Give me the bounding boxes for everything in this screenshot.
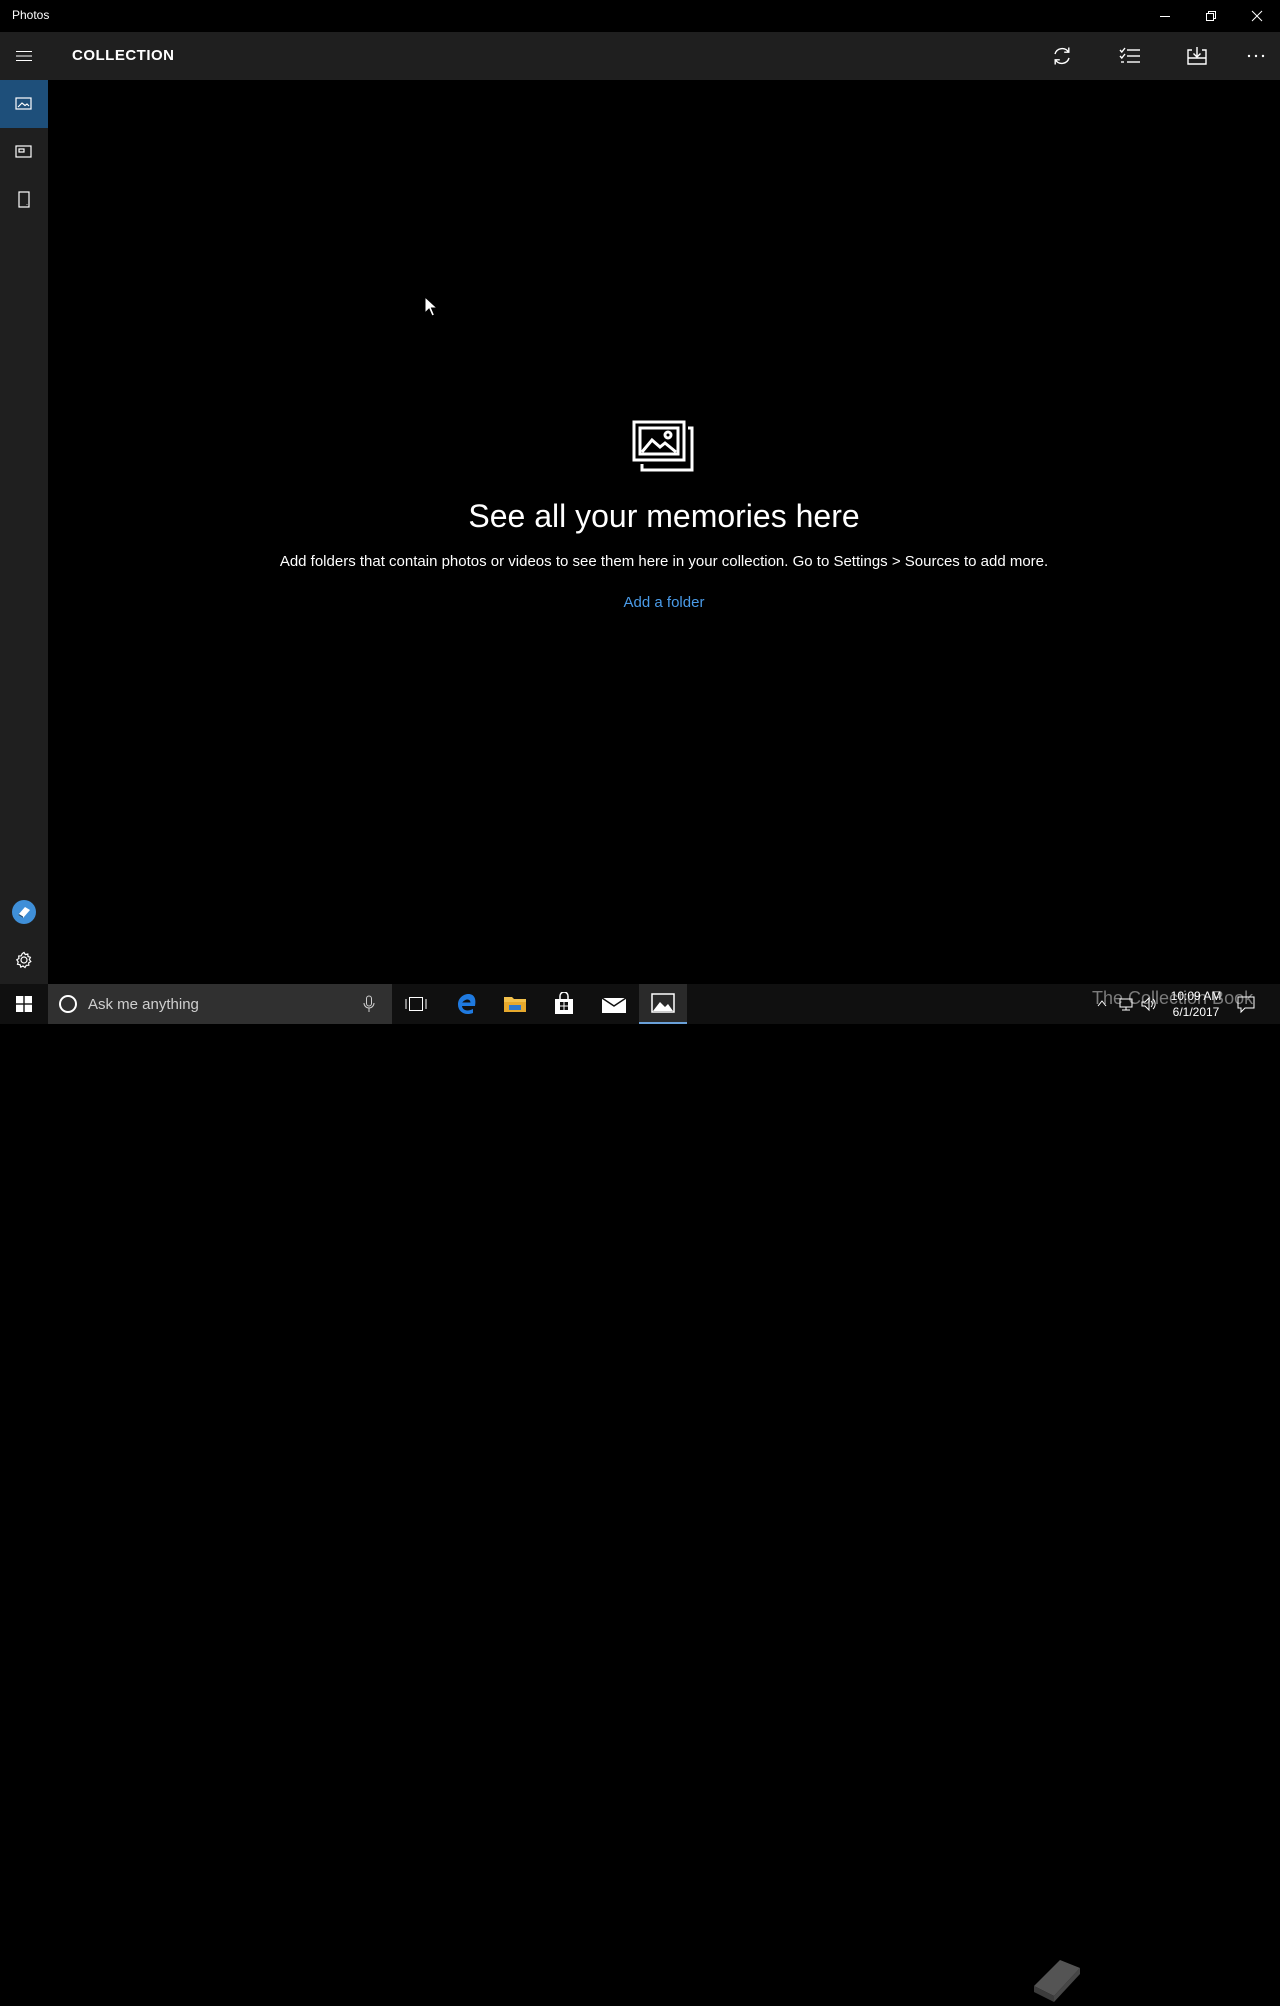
watermark-book-icon [1034,1960,1080,2002]
taskbar: The Collection Book 10:09 AM 6/1/2017 [0,984,1280,2002]
folders-icon [18,191,30,208]
minimize-button[interactable] [1142,0,1188,32]
nav-folders[interactable] [0,176,48,224]
search-input[interactable] [88,994,358,1014]
collection-icon [15,97,32,110]
empty-state-heading: See all your memories here [468,498,860,534]
more-ellipsis-icon [1247,54,1265,58]
show-hidden-icons-chevron-icon[interactable] [1096,996,1108,1012]
microphone-icon[interactable] [362,994,376,1014]
action-center-icon[interactable] [1236,994,1256,1014]
import-icon [1187,47,1207,65]
title-bar: Photos [0,0,1280,32]
nav-app-badge[interactable] [0,888,48,936]
refresh-button[interactable] [1038,32,1086,80]
select-list-icon [1119,47,1140,63]
app-title: Photos [12,8,50,22]
import-button[interactable] [1173,32,1221,80]
taskbar-photos[interactable] [639,984,687,1024]
taskbar-file-explorer[interactable] [491,984,539,1024]
hamburger-icon [16,51,32,61]
sidebar [0,80,48,984]
cortana-icon [59,995,77,1013]
nav-albums[interactable] [0,128,48,176]
photos-stack-icon [632,420,694,472]
taskbar-store[interactable] [540,984,588,1024]
settings-gear-icon [15,951,32,969]
system-clock[interactable]: 10:09 AM 6/1/2017 [1164,988,1228,1020]
more-options-button[interactable] [1232,32,1280,80]
network-icon[interactable] [1118,996,1134,1012]
mail-envelope-icon [601,997,627,1013]
page-title: COLLECTION [72,47,175,64]
clock-date: 6/1/2017 [1172,1005,1220,1019]
restore-button[interactable] [1188,0,1234,32]
refresh-icon [1054,47,1070,65]
taskbar-edge[interactable] [443,984,491,1024]
mouse-cursor-icon [424,296,438,317]
nav-settings[interactable] [0,936,48,984]
windows-logo-icon [16,996,32,1012]
minimize-icon [1160,16,1170,17]
clock-time: 10:09 AM [1170,989,1222,1003]
restore-icon [1206,11,1216,21]
app-header: COLLECTION [0,32,1280,80]
close-button[interactable] [1234,0,1280,32]
nav-collection[interactable] [0,80,48,128]
search-box[interactable] [48,984,392,1024]
albums-icon [15,145,32,158]
folder-icon [504,997,526,1012]
empty-state: See all your memories here Add folders t… [48,420,1280,612]
task-view-icon [405,997,427,1011]
hamburger-menu-button[interactable] [0,32,48,80]
app-badge-icon [12,900,36,924]
volume-icon[interactable] [1140,996,1158,1012]
empty-state-description: Add folders that contain photos or video… [279,553,1049,570]
add-folder-link[interactable]: Add a folder [624,594,705,611]
close-icon [1251,10,1263,22]
select-button[interactable] [1106,32,1154,80]
edge-browser-icon [458,994,476,1015]
photos-app-icon [651,993,675,1013]
taskbar-mail[interactable] [590,984,638,1024]
start-button[interactable] [0,984,48,1024]
store-bag-icon [555,992,573,1014]
task-view-button[interactable] [392,984,440,1024]
